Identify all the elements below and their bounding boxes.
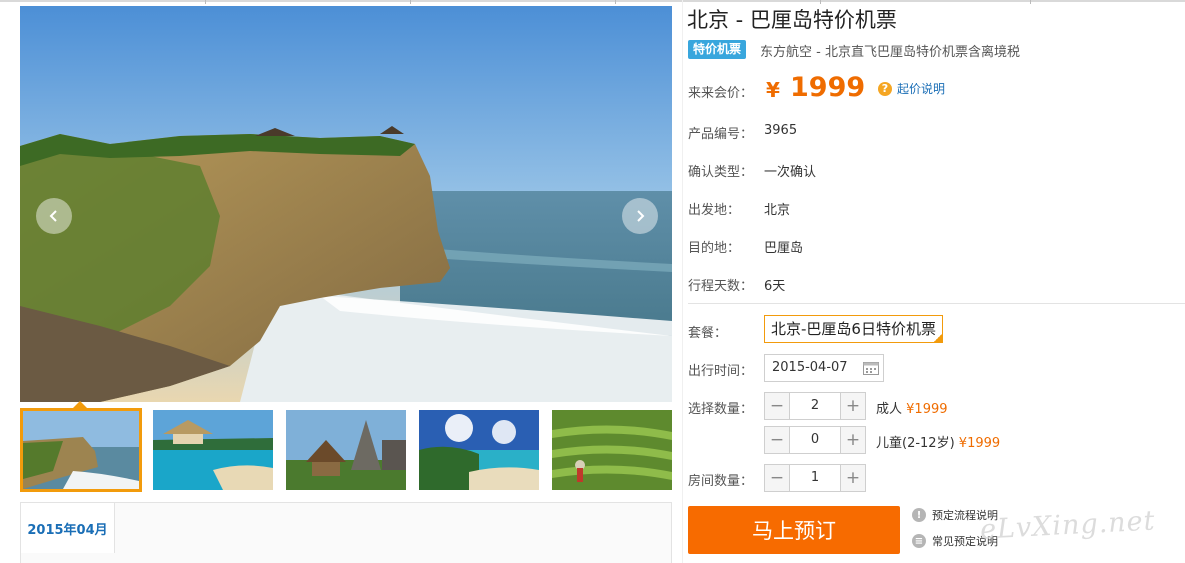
- panel-divider: [682, 0, 683, 563]
- product-id-label: 产品编号：: [688, 127, 754, 142]
- info-icon: !: [912, 508, 926, 522]
- calendar-month-tab[interactable]: 2015年04月: [21, 503, 115, 553]
- package-label: 套餐：: [688, 326, 728, 341]
- room-minus-button[interactable]: −: [765, 465, 790, 491]
- package-option-selected[interactable]: 北京-巴厘岛6日特价机票: [764, 315, 943, 343]
- room-quantity-value[interactable]: 1: [790, 465, 840, 491]
- calendar-icon[interactable]: [863, 361, 879, 375]
- quantity-label: 选择数量：: [688, 402, 754, 417]
- confirm-type-label: 确认类型：: [688, 165, 754, 180]
- trip-days-label: 行程天数：: [688, 279, 754, 294]
- child-price: ¥1999: [958, 436, 1001, 451]
- price-label: 来来会价：: [688, 86, 754, 101]
- child-plus-button[interactable]: +: [840, 427, 865, 453]
- room-quantity-stepper: − 1 +: [764, 464, 866, 492]
- chevron-left-icon: [49, 210, 57, 222]
- child-quantity-stepper: − 0 +: [764, 426, 866, 454]
- departure-label: 出发地：: [688, 203, 741, 218]
- next-photo-button[interactable]: [622, 198, 658, 234]
- section-divider: [688, 303, 1185, 304]
- destination-value: 巴厘岛: [764, 241, 804, 256]
- product-subtitle: 东方航空 - 北京直飞巴厘岛特价机票含离境税: [760, 45, 1020, 60]
- main-photo: [20, 6, 672, 402]
- document-icon: ≡: [912, 534, 926, 548]
- adult-minus-button[interactable]: −: [765, 393, 790, 419]
- price-amount: 1999: [790, 72, 866, 103]
- adult-price-note: 成人 ¥1999: [876, 398, 948, 417]
- adult-label: 成人: [876, 402, 903, 417]
- destination-label: 目的地：: [688, 241, 741, 256]
- price-explanation-link[interactable]: ? 起价说明: [878, 80, 945, 97]
- adult-quantity-value[interactable]: 2: [790, 393, 840, 419]
- confirm-type-value: 一次确认: [764, 165, 817, 180]
- price-currency: ¥: [766, 78, 780, 102]
- child-minus-button[interactable]: −: [765, 427, 790, 453]
- thumbnail-rice-terrace[interactable]: [552, 410, 672, 490]
- child-price-note: 儿童(2-12岁) ¥1999: [876, 432, 1000, 451]
- adult-quantity-stepper: − 2 +: [764, 392, 866, 420]
- trip-days-value: 6天: [764, 279, 786, 294]
- thumbnail-temple[interactable]: [286, 410, 406, 490]
- product-id-value: 3965: [764, 123, 798, 138]
- package-option-text: 北京-巴厘岛6日特价机票: [771, 320, 936, 338]
- travel-date-input[interactable]: 2015-04-07: [764, 354, 884, 382]
- thumbnail-beach[interactable]: [419, 410, 539, 490]
- child-quantity-value[interactable]: 0: [790, 427, 840, 453]
- selected-corner-icon: [932, 333, 943, 343]
- top-divider: [0, 0, 1185, 4]
- thumbnail-strip: [20, 401, 672, 492]
- travel-date-label: 出行时间：: [688, 364, 754, 379]
- departure-value: 北京: [764, 203, 791, 218]
- room-plus-button[interactable]: +: [840, 465, 865, 491]
- product-title: 北京 - 巴厘岛特价机票: [687, 8, 897, 32]
- room-quantity-label: 房间数量：: [688, 474, 754, 489]
- active-thumb-indicator: [73, 401, 87, 408]
- adult-plus-button[interactable]: +: [840, 393, 865, 419]
- chevron-right-icon: [637, 210, 645, 222]
- question-icon: ?: [878, 81, 892, 96]
- price-calendar: 2015年04月: [20, 502, 672, 563]
- thumbnail-cliff[interactable]: [20, 408, 142, 492]
- prev-photo-button[interactable]: [36, 198, 72, 234]
- book-now-button[interactable]: 马上预订: [688, 506, 900, 554]
- adult-price: ¥1999: [906, 402, 948, 417]
- price-explanation-label: 起价说明: [897, 82, 946, 96]
- thumbnail-pool[interactable]: [153, 410, 273, 490]
- travel-date-value: 2015-04-07: [772, 360, 848, 375]
- site-watermark: eLvXing.net: [979, 505, 1157, 546]
- child-label: 儿童(2-12岁): [876, 436, 955, 451]
- product-tag-badge: 特价机票: [688, 40, 747, 59]
